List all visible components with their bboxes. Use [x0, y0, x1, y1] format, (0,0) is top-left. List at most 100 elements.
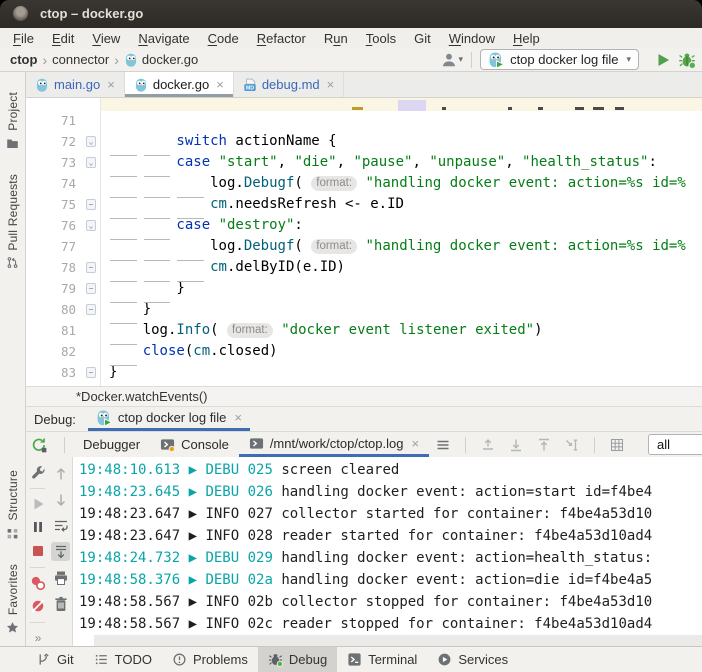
log-arrow: ▶: [180, 572, 205, 588]
code-line: 71: [26, 110, 702, 131]
fold-gutter: −: [79, 257, 103, 278]
menu-run[interactable]: Run: [315, 30, 357, 47]
fold-marker-icon[interactable]: ⌄: [86, 157, 96, 168]
log-level: INFO 02c: [205, 616, 272, 632]
console-tab-label: Console: [181, 437, 229, 452]
menu-tools[interactable]: Tools: [357, 30, 405, 47]
scroll-up-icon[interactable]: [480, 437, 496, 453]
close-icon[interactable]: ×: [327, 77, 335, 92]
tab-debug.md[interactable]: MDdebug.md×: [234, 72, 344, 97]
scroll-to-end-icon[interactable]: [51, 542, 70, 561]
rerun-icon[interactable]: [31, 437, 47, 453]
fold-gutter: ⌄: [79, 152, 103, 173]
clear-all-icon[interactable]: [51, 594, 70, 613]
close-icon[interactable]: ×: [216, 77, 224, 92]
console-tab-label: /mnt/work/ctop/ctop.log: [270, 436, 404, 451]
menu-code[interactable]: Code: [199, 30, 248, 47]
debug-session-tab[interactable]: ctop docker log file ×: [88, 407, 250, 431]
print-icon[interactable]: [51, 568, 70, 587]
divider: [594, 437, 595, 453]
tab-main.go[interactable]: main.go ×: [26, 72, 125, 97]
horizontal-scrollbar[interactable]: [94, 635, 702, 646]
window-control-button[interactable]: [13, 6, 28, 21]
divider: [30, 622, 45, 623]
log-filter-select[interactable]: all: [648, 434, 702, 455]
view-breakpoints-icon[interactable]: [28, 575, 47, 591]
fold-marker-icon[interactable]: ⌄: [86, 220, 96, 231]
statusbar-item-problems[interactable]: Problems: [162, 647, 258, 672]
menu-file[interactable]: File: [4, 30, 43, 47]
sidebar-item-project[interactable]: Project: [6, 92, 20, 150]
menu-git[interactable]: Git: [405, 30, 440, 47]
fold-marker-icon[interactable]: −: [86, 262, 96, 273]
resume-icon[interactable]: [28, 496, 47, 512]
log-message: collector stopped for container: f4be4a5…: [273, 594, 652, 610]
statusbar-item-terminal[interactable]: Terminal: [337, 647, 427, 672]
tab-docker.go[interactable]: docker.go×: [125, 72, 234, 97]
menu-view[interactable]: View: [83, 30, 129, 47]
user-dropdown-arrow[interactable]: ▾: [459, 54, 464, 65]
tab-label: main.go: [54, 77, 100, 92]
breadcrumb-separator: ›: [42, 52, 47, 68]
breadcrumb-item[interactable]: docker.go: [124, 52, 198, 67]
fold-marker-icon[interactable]: ⌄: [86, 136, 96, 147]
fold-marker-icon[interactable]: −: [86, 304, 96, 315]
fold-marker-icon[interactable]: −: [86, 283, 96, 294]
run-button[interactable]: [655, 52, 671, 68]
close-icon[interactable]: ×: [411, 436, 419, 451]
sidebar-item-pull-requests[interactable]: Pull Requests: [0, 174, 27, 270]
fold-marker-icon[interactable]: −: [86, 199, 96, 210]
settings-icon[interactable]: [28, 464, 47, 480]
problems-icon: [172, 652, 187, 667]
menu-refactor[interactable]: Refactor: [248, 30, 315, 47]
statusbar-item-debug[interactable]: Debug: [258, 647, 337, 672]
fold-marker-icon[interactable]: −: [86, 367, 96, 378]
console-tab-debugger[interactable]: Debugger: [73, 432, 150, 457]
close-icon[interactable]: ×: [234, 410, 242, 425]
breadcrumb-item[interactable]: connector: [52, 52, 109, 67]
log-level: DEBU 025: [205, 462, 272, 478]
scroll-to-cursor-icon[interactable]: [564, 437, 580, 453]
menu-icon[interactable]: [435, 437, 451, 453]
mute-breakpoints-icon[interactable]: [28, 598, 47, 614]
fold-gutter: −: [79, 299, 103, 320]
up-arrow-icon[interactable]: [51, 464, 70, 483]
sidebar-item-structure[interactable]: Structure: [6, 470, 20, 540]
console-toolbar-icons: [429, 437, 631, 453]
code-editor[interactable]: 7172⌄switch actionName {73⌄case "start",…: [26, 98, 702, 386]
statusbar-item-todo[interactable]: TODO: [84, 647, 162, 672]
breadcrumb-item[interactable]: ctop: [10, 52, 37, 67]
pause-icon[interactable]: [28, 519, 47, 535]
sidebar-item-label: Favorites: [6, 564, 20, 615]
stop-icon[interactable]: [28, 542, 47, 558]
soft-wrap-icon[interactable]: [51, 516, 70, 535]
statusbar-item-git[interactable]: Git: [26, 647, 84, 672]
console-tab-console[interactable]: Console: [150, 432, 239, 457]
more-actions-icon[interactable]: »: [28, 630, 47, 646]
scroll-to-top-icon[interactable]: [536, 437, 552, 453]
statusbar-item-label: Terminal: [368, 652, 417, 667]
menu-edit[interactable]: Edit: [43, 30, 83, 47]
scroll-to-bottom-icon[interactable]: [508, 437, 524, 453]
statusbar-item-services[interactable]: Services: [427, 647, 518, 672]
user-icon[interactable]: [441, 52, 457, 68]
menu-navigate[interactable]: Navigate: [129, 30, 198, 47]
star-icon: [6, 621, 19, 634]
menu-help[interactable]: Help: [504, 30, 549, 47]
editor-tab-bar: main.go×docker.go×MDdebug.md×: [26, 72, 702, 98]
sidebar-item-favorites[interactable]: Favorites: [6, 564, 20, 634]
log-filter-value: all: [657, 437, 670, 452]
log-timestamp: 19:48:24.732: [79, 550, 180, 566]
down-arrow-icon[interactable]: [51, 490, 70, 509]
restore-layout-icon[interactable]: [609, 437, 625, 453]
log-message: handling docker event: action=health_sta…: [273, 550, 652, 566]
console-tab--mnt-work-ctop-ctop-log[interactable]: /mnt/work/ctop/ctop.log ×: [239, 432, 429, 457]
log-console[interactable]: 19:48:10.613 ▶ DEBU 025 screen cleared19…: [72, 457, 702, 646]
tool-window-bar: Project Pull Requests Structure Favorites: [0, 72, 26, 646]
menu-window[interactable]: Window: [440, 30, 504, 47]
debug-button[interactable]: [678, 51, 696, 69]
run-configuration-select[interactable]: ctop docker log file ▾: [480, 49, 639, 70]
close-icon[interactable]: ×: [107, 77, 115, 92]
log-message: screen cleared: [273, 462, 399, 478]
log-message: handling docker event: action=die id=f4b…: [273, 572, 652, 588]
